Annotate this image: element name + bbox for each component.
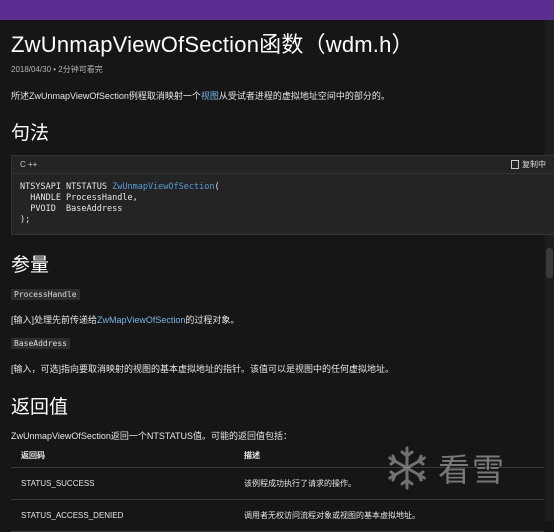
code-language-label: C ++ xyxy=(20,160,38,169)
view-link[interactable]: 视图 xyxy=(201,91,219,101)
intro-paragraph: 所述ZwUnmapViewOfSection例程取消映射一个视图从受试者进程的虚… xyxy=(11,89,544,102)
watermark: 看雪 xyxy=(384,438,534,498)
code-function-name: ZwUnmapViewOfSection xyxy=(112,182,215,192)
code-line-4: ); xyxy=(20,215,31,225)
intro-text-after: 从受试者进程的虚拟地址空间中的部分的。 xyxy=(218,91,390,101)
article-meta: 2018/04/30 • 2分钟可看完 xyxy=(11,65,103,74)
param-name-processhandle: ProcessHandle xyxy=(11,289,80,300)
scrollbar-thumb[interactable] xyxy=(546,248,553,278)
param-desc-processhandle: [输入]处理先前传递给ZwMapViewOfSection的过程对象。 xyxy=(11,313,544,326)
copy-icon xyxy=(511,160,519,169)
code-line-2: HANDLE ProcessHandle, xyxy=(20,193,138,203)
code-line-1-open: ( xyxy=(214,182,220,192)
return-code-cell: STATUS_SUCCESS xyxy=(11,467,234,500)
code-line-3: PVOID BaseAddress xyxy=(20,204,123,214)
top-banner xyxy=(0,0,554,20)
watermark-text: 看雪 xyxy=(438,452,507,488)
table-row: STATUS_ACCESS_DENIED 调用者无权访问流程对象或视图的基本虚拟… xyxy=(11,499,544,532)
code-block: C ++ 复制中 NTSYSAPI NTSTATUS ZwUnmapViewOf… xyxy=(11,155,554,235)
intro-text-mid: 例程取消映射一个 xyxy=(128,91,201,101)
code-line-1-prefix: NTSYSAPI NTSTATUS xyxy=(20,182,113,192)
param1-desc-after: 的过程对象。 xyxy=(185,315,240,325)
scrollbar[interactable] xyxy=(545,20,554,521)
syntax-heading: 句法 xyxy=(11,123,50,144)
zwmapviewofsection-link[interactable]: ZwMapViewOfSection xyxy=(97,315,185,325)
intro-function-name: ZwUnmapViewOfSection xyxy=(29,91,129,101)
param-desc-baseaddress: [输入，可选]指向要取消映射的视图的基本虚拟地址的指针。该值可以是视图中的任何虚… xyxy=(11,364,395,374)
code-header: C ++ 复制中 xyxy=(12,156,554,174)
param-name-baseaddress: BaseAddress xyxy=(11,338,70,349)
params-heading: 参量 xyxy=(11,255,50,276)
snowflake-logo-icon xyxy=(388,446,426,490)
page-title: ZwUnmapViewOfSection函数（wdm.h） xyxy=(11,32,414,57)
col-header-code: 返回码 xyxy=(11,445,234,468)
param1-desc-before: [输入]处理先前传递给 xyxy=(11,315,98,325)
return-desc-cell: 调用者无权访问流程对象或视图的基本虚拟地址。 xyxy=(234,499,544,532)
return-heading: 返回值 xyxy=(11,397,69,418)
copy-button-label: 复制中 xyxy=(522,160,546,169)
return-code-cell: STATUS_ACCESS_DENIED xyxy=(11,499,234,532)
code-content: NTSYSAPI NTSTATUS ZwUnmapViewOfSection( … xyxy=(12,174,554,234)
intro-text-before: 所述 xyxy=(11,91,30,101)
copy-button[interactable]: 复制中 xyxy=(511,159,546,170)
